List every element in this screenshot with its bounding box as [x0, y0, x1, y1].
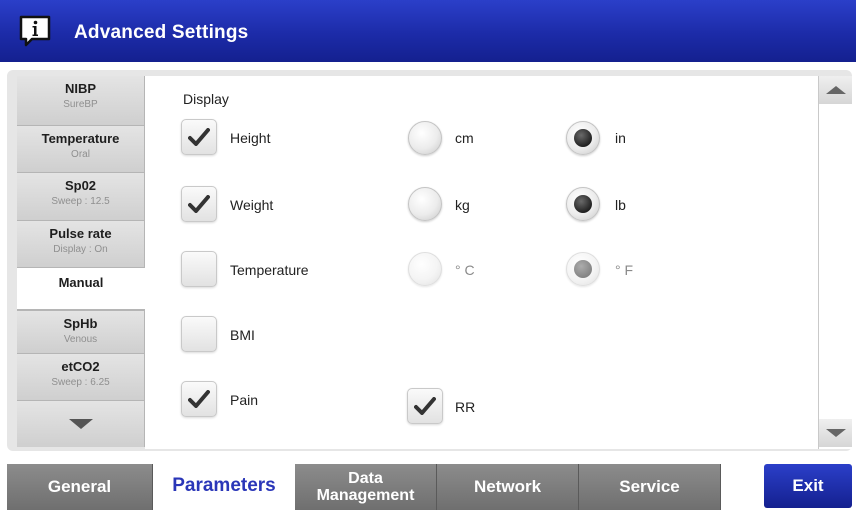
tab-label: General [47, 477, 112, 496]
fahrenheit-radio[interactable] [566, 252, 600, 286]
info-icon [19, 15, 51, 47]
tab-label-line2: Management [316, 487, 415, 504]
tab-service[interactable]: Service [579, 464, 721, 510]
sidebar-item-title: Manual [58, 275, 104, 290]
sidebar-item-temperature[interactable]: Temperature Oral [17, 126, 145, 173]
sidebar-item-title: etCO2 [61, 359, 100, 374]
temperature-label: Temperature [230, 262, 309, 278]
celsius-label: ° C [455, 262, 475, 278]
chevron-down-icon [825, 429, 846, 437]
bmi-checkbox[interactable] [181, 316, 217, 352]
weight-checkbox[interactable] [181, 186, 217, 222]
sidebar-item-subtitle: Sweep : 12.5 [51, 196, 110, 207]
sidebar-item-title: SpHb [63, 316, 98, 331]
height-checkbox[interactable] [181, 119, 217, 155]
tab-data-management[interactable]: Data Management [295, 464, 437, 510]
sidebar-item-subtitle: Sweep : 6.25 [51, 377, 110, 388]
tab-label: Service [619, 477, 680, 496]
sidebar-item-pulse-rate[interactable]: Pulse rate Display : On [17, 221, 145, 268]
sidebar-item-title: Sp02 [64, 178, 97, 193]
kg-label: kg [455, 197, 470, 213]
tab-label-line1: Data [348, 470, 383, 487]
sidebar-item-etco2[interactable]: etCO2 Sweep : 6.25 [17, 354, 145, 401]
kg-radio[interactable] [408, 187, 442, 221]
parameter-sidebar: NIBP SureBP Temperature Oral Sp02 Sweep … [17, 76, 145, 449]
in-radio[interactable] [566, 121, 600, 155]
page-title: Advanced Settings [74, 22, 249, 43]
bottom-tab-bar: General Parameters Data Management Netwo… [0, 458, 856, 514]
tab-network[interactable]: Network [437, 464, 579, 510]
sidebar-item-title: Temperature [41, 131, 120, 146]
cm-label: cm [455, 130, 474, 146]
tab-general[interactable]: General [7, 464, 153, 510]
sidebar-item-subtitle: Oral [71, 149, 90, 160]
check-icon [188, 128, 210, 146]
celsius-radio[interactable] [408, 252, 442, 286]
sidebar-scroll-down-button[interactable] [17, 401, 145, 447]
pain-label: Pain [230, 392, 259, 408]
fahrenheit-label: ° F [615, 262, 634, 278]
in-label: in [615, 130, 626, 146]
cm-radio[interactable] [408, 121, 442, 155]
tab-parameters[interactable]: Parameters [153, 458, 295, 514]
check-icon [414, 397, 436, 415]
weight-label: Weight [230, 197, 274, 213]
settings-panel: Display Height cm in Weight kg lb Temper… [145, 76, 818, 449]
check-icon [188, 195, 210, 213]
rr-label: RR [455, 399, 476, 415]
sidebar-item-title: NIBP [64, 81, 97, 96]
lb-radio[interactable] [566, 187, 600, 221]
sidebar-item-sp02[interactable]: Sp02 Sweep : 12.5 [17, 173, 145, 221]
tab-label: Network [473, 477, 542, 496]
header-bar: Advanced Settings [0, 0, 856, 62]
sidebar-item-sphb[interactable]: SpHb Venous [17, 310, 145, 354]
scroll-up-button[interactable] [819, 76, 852, 104]
scroll-down-button[interactable] [819, 419, 852, 447]
height-label: Height [230, 130, 271, 146]
pain-checkbox[interactable] [181, 381, 217, 417]
sidebar-item-nibp[interactable]: NIBP SureBP [17, 76, 145, 126]
sidebar-item-subtitle: Display : On [53, 244, 108, 255]
rr-checkbox[interactable] [407, 388, 443, 424]
temperature-checkbox[interactable] [181, 251, 217, 287]
exit-button[interactable]: Exit [764, 464, 852, 508]
sidebar-item-manual[interactable]: Manual [17, 268, 145, 310]
sidebar-item-subtitle: SureBP [63, 99, 98, 110]
bmi-label: BMI [230, 327, 255, 343]
check-icon [188, 390, 210, 408]
lb-label: lb [615, 197, 626, 213]
chevron-down-icon [68, 419, 93, 429]
sidebar-item-subtitle: Venous [63, 334, 98, 345]
section-label: Display [183, 91, 229, 107]
chevron-up-icon [825, 86, 846, 94]
vertical-scrollbar[interactable] [818, 76, 852, 449]
tab-label: Parameters [172, 475, 276, 496]
sidebar-item-title: Pulse rate [49, 226, 112, 241]
